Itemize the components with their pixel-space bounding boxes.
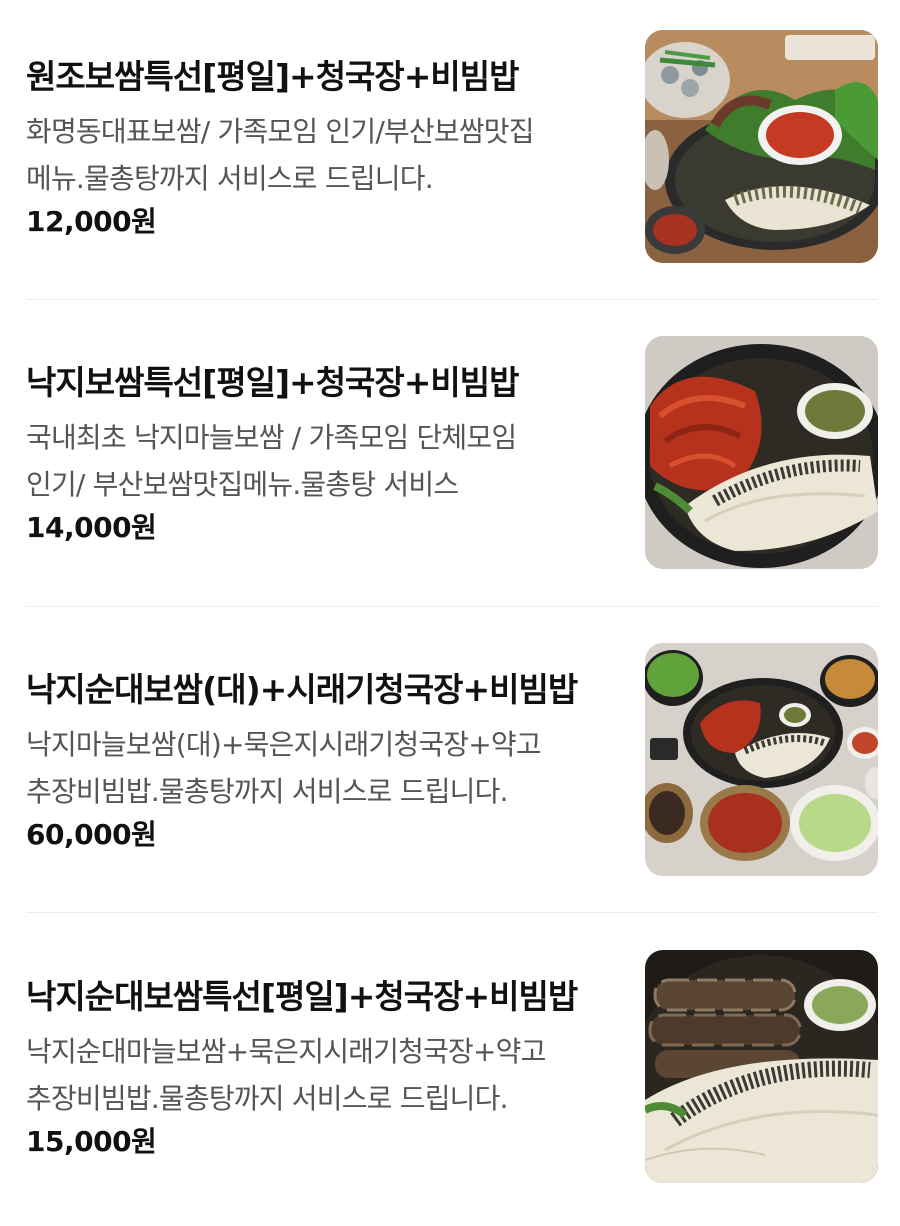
menu-item-name: 낙지순대보쌈특선[평일]+청국장+비빔밥 — [26, 977, 578, 1016]
menu-item-description: 화명동대표보쌈/ 가족모임 인기/부산보쌈맛집 메뉴.물총탕까지 서비스로 드립… — [26, 108, 616, 202]
menu-item[interactable]: 낙지보쌈특선[평일]+청국장+비빔밥 국내최초 낙지마늘보쌈 / 가족모임 단체… — [0, 306, 900, 612]
menu-item-description-line: 추장비빔밥.물총탕까지 서비스로 드립니다. — [26, 1082, 508, 1115]
menu-item-price: 14,000원 — [26, 511, 157, 544]
menu-item-photo[interactable] — [645, 30, 878, 263]
divider — [26, 299, 878, 300]
divider — [26, 912, 878, 913]
menu-item-description-line: 인기/ 부산보쌈맛집메뉴.물총탕 서비스 — [26, 468, 459, 501]
menu-item-description-line: 화명동대표보쌈/ 가족모임 인기/부산보쌈맛집 — [26, 115, 535, 148]
menu-list: 원조보쌈특선[평일]+청국장+비빔밥 화명동대표보쌈/ 가족모임 인기/부산보쌈… — [0, 0, 900, 1201]
menu-item[interactable]: 낙지순대보쌈특선[평일]+청국장+비빔밥 낙지순대마늘보쌈+묵은지시래기청국장+… — [0, 920, 900, 1226]
menu-item-name: 낙지보쌈특선[평일]+청국장+비빔밥 — [26, 363, 520, 402]
menu-item-description-line: 낙지마늘보쌈(대)+묵은지시래기청국장+약고 — [26, 728, 542, 761]
menu-item-photo[interactable] — [645, 643, 878, 876]
menu-item-description-line: 낙지순대마늘보쌈+묵은지시래기청국장+약고 — [26, 1035, 546, 1068]
menu-item-price: 60,000원 — [26, 818, 157, 851]
menu-item-description-line: 메뉴.물총탕까지 서비스로 드립니다. — [26, 162, 434, 195]
menu-item-description: 낙지마늘보쌈(대)+묵은지시래기청국장+약고 추장비빔밥.물총탕까지 서비스로 … — [26, 721, 616, 815]
menu-item-description-line: 국내최초 낙지마늘보쌈 / 가족모임 단체모임 — [26, 421, 517, 454]
menu-item-name: 낙지순대보쌈(대)+시래기청국장+비빔밥 — [26, 670, 578, 709]
divider — [26, 606, 878, 607]
menu-item-photo[interactable] — [645, 336, 878, 569]
menu-item-description-line: 추장비빔밥.물총탕까지 서비스로 드립니다. — [26, 775, 508, 808]
menu-item[interactable]: 원조보쌈특선[평일]+청국장+비빔밥 화명동대표보쌈/ 가족모임 인기/부산보쌈… — [0, 0, 900, 306]
menu-item-price: 15,000원 — [26, 1125, 157, 1158]
menu-item-photo[interactable] — [645, 950, 878, 1183]
menu-item-description: 국내최초 낙지마늘보쌈 / 가족모임 단체모임 인기/ 부산보쌈맛집메뉴.물총탕… — [26, 414, 616, 508]
menu-item[interactable]: 낙지순대보쌈(대)+시래기청국장+비빔밥 낙지마늘보쌈(대)+묵은지시래기청국장… — [0, 613, 900, 919]
menu-item-price: 12,000원 — [26, 205, 157, 238]
menu-item-description: 낙지순대마늘보쌈+묵은지시래기청국장+약고 추장비빔밥.물총탕까지 서비스로 드… — [26, 1028, 616, 1122]
menu-item-name: 원조보쌈특선[평일]+청국장+비빔밥 — [26, 57, 520, 96]
